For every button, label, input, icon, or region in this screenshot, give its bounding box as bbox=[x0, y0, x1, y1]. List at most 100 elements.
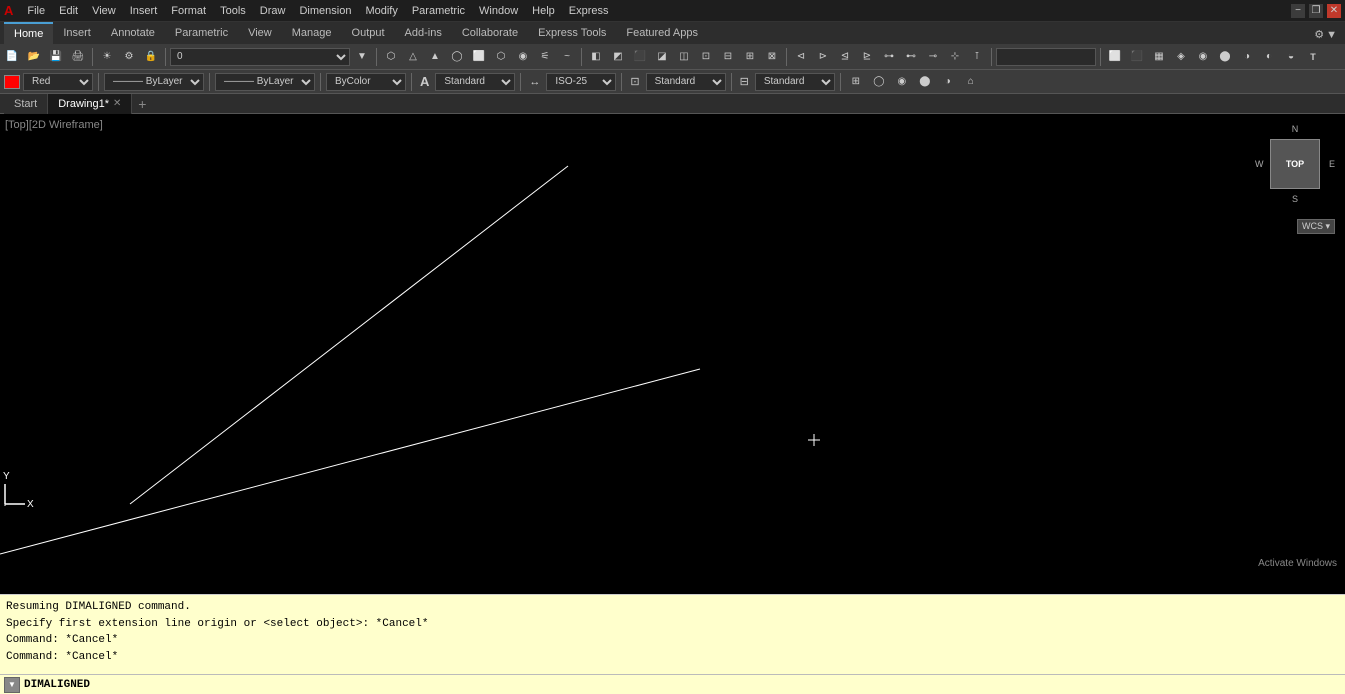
menu-format[interactable]: Format bbox=[165, 3, 212, 19]
tool4[interactable]: ◯ bbox=[447, 47, 467, 67]
color-select[interactable]: Red bbox=[23, 73, 93, 91]
drawing-area[interactable]: [Top][2D Wireframe] X Y N S E W TOP bbox=[0, 114, 1345, 594]
new-btn[interactable]: 📄 bbox=[2, 47, 22, 67]
view-btn9[interactable]: ◒ bbox=[1281, 47, 1301, 67]
close-button[interactable]: ✕ bbox=[1327, 4, 1341, 18]
menu-insert[interactable]: Insert bbox=[124, 3, 164, 19]
tool14[interactable]: ◫ bbox=[674, 47, 694, 67]
tab-express-tools[interactable]: Express Tools bbox=[528, 22, 616, 44]
tool24[interactable]: ⊷ bbox=[901, 47, 921, 67]
layer-select[interactable]: 0 bbox=[170, 48, 350, 66]
prop-btn6[interactable]: ⌂ bbox=[961, 72, 981, 92]
workspace-button[interactable]: ⚙▼ bbox=[1306, 25, 1345, 44]
color-swatch[interactable] bbox=[4, 75, 20, 89]
lock-btn[interactable]: 🔒 bbox=[141, 47, 161, 67]
prop-btn4[interactable]: ⬤ bbox=[915, 72, 935, 92]
tool17[interactable]: ⊞ bbox=[740, 47, 760, 67]
tool27[interactable]: ⊺ bbox=[967, 47, 987, 67]
tab-view[interactable]: View bbox=[238, 22, 282, 44]
tool11[interactable]: ◩ bbox=[608, 47, 628, 67]
tab-drawing1[interactable]: Drawing1* ✕ bbox=[48, 94, 132, 114]
menu-help[interactable]: Help bbox=[526, 3, 561, 19]
view-btn6[interactable]: ⬤ bbox=[1215, 47, 1235, 67]
tab-start[interactable]: Start bbox=[4, 94, 48, 114]
tool2[interactable]: △ bbox=[403, 47, 423, 67]
prop-btn3[interactable]: ◉ bbox=[892, 72, 912, 92]
sun-btn[interactable]: ☀ bbox=[97, 47, 117, 67]
text-style-select[interactable]: Standard bbox=[435, 73, 515, 91]
viewcube-cube[interactable]: TOP bbox=[1270, 139, 1320, 189]
tool6[interactable]: ⬡ bbox=[491, 47, 511, 67]
command-mode-button[interactable]: ▼ bbox=[4, 677, 20, 693]
tool13[interactable]: ◪ bbox=[652, 47, 672, 67]
tab-featured-apps[interactable]: Featured Apps bbox=[616, 22, 708, 44]
menu-file[interactable]: File bbox=[21, 3, 51, 19]
dim-scale-select[interactable]: ISO-25 bbox=[546, 73, 616, 91]
menu-express[interactable]: Express bbox=[563, 3, 615, 19]
tool9[interactable]: ~ bbox=[557, 47, 577, 67]
restore-button[interactable]: ❐ bbox=[1309, 4, 1323, 18]
view-btn8[interactable]: ◐ bbox=[1259, 47, 1279, 67]
menu-draw[interactable]: Draw bbox=[254, 3, 292, 19]
open-btn[interactable]: 📂 bbox=[24, 47, 44, 67]
prop-btn2[interactable]: ◯ bbox=[869, 72, 889, 92]
wcs-label[interactable]: WCS ▾ bbox=[1297, 219, 1335, 234]
tab-manage[interactable]: Manage bbox=[282, 22, 342, 44]
tool10[interactable]: ◧ bbox=[586, 47, 606, 67]
tab-add-button[interactable]: + bbox=[132, 94, 152, 114]
tool22[interactable]: ⊵ bbox=[857, 47, 877, 67]
menu-parametric[interactable]: Parametric bbox=[406, 3, 471, 19]
linetype-select[interactable]: ——— ByLayer bbox=[104, 73, 204, 91]
tab-drawing1-close[interactable]: ✕ bbox=[113, 98, 121, 109]
minimize-button[interactable]: − bbox=[1291, 4, 1305, 18]
table-style-select[interactable]: Standard bbox=[755, 73, 835, 91]
tool1[interactable]: ⬡ bbox=[381, 47, 401, 67]
menu-window[interactable]: Window bbox=[473, 3, 524, 19]
tool15[interactable]: ⊡ bbox=[696, 47, 716, 67]
view-btn4[interactable]: ◈ bbox=[1171, 47, 1191, 67]
tool3[interactable]: ▲ bbox=[425, 47, 445, 67]
tool12[interactable]: ⬛ bbox=[630, 47, 650, 67]
settings-btn[interactable]: ⚙ bbox=[119, 47, 139, 67]
viewcube[interactable]: N S E W TOP WCS ▾ bbox=[1255, 124, 1335, 234]
tool19[interactable]: ⊲ bbox=[791, 47, 811, 67]
lineweight-select[interactable]: ——— ByLayer bbox=[215, 73, 315, 91]
menu-view[interactable]: View bbox=[86, 3, 122, 19]
menu-tools[interactable]: Tools bbox=[214, 3, 252, 19]
view-btn5[interactable]: ◉ bbox=[1193, 47, 1213, 67]
transparency-select[interactable]: ByColor bbox=[326, 73, 406, 91]
tab-home[interactable]: Home bbox=[4, 22, 53, 44]
tab-addins[interactable]: Add-ins bbox=[395, 22, 452, 44]
search-input[interactable] bbox=[996, 48, 1096, 66]
dim-style-select[interactable]: Standard bbox=[646, 73, 726, 91]
tool25[interactable]: ⊸ bbox=[923, 47, 943, 67]
menu-edit[interactable]: Edit bbox=[53, 3, 84, 19]
view-btn3[interactable]: ▦ bbox=[1149, 47, 1169, 67]
prop-btn5[interactable]: ◑ bbox=[938, 72, 958, 92]
command-input-label[interactable]: DIMALIGNED bbox=[24, 679, 90, 691]
tool26[interactable]: ⊹ bbox=[945, 47, 965, 67]
tool7[interactable]: ◉ bbox=[513, 47, 533, 67]
tab-insert[interactable]: Insert bbox=[53, 22, 101, 44]
tool16[interactable]: ⊟ bbox=[718, 47, 738, 67]
tab-parametric[interactable]: Parametric bbox=[165, 22, 238, 44]
tool21[interactable]: ⊴ bbox=[835, 47, 855, 67]
save-btn[interactable]: 💾 bbox=[46, 47, 66, 67]
tab-collaborate[interactable]: Collaborate bbox=[452, 22, 528, 44]
tool18[interactable]: ⊠ bbox=[762, 47, 782, 67]
layer-dropdown-btn[interactable]: ▼ bbox=[352, 47, 372, 67]
tab-annotate[interactable]: Annotate bbox=[101, 22, 165, 44]
text-btn[interactable]: T bbox=[1303, 47, 1323, 67]
tool8[interactable]: ⚟ bbox=[535, 47, 555, 67]
view-btn7[interactable]: ◑ bbox=[1237, 47, 1257, 67]
prop-btn1[interactable]: ⊞ bbox=[846, 72, 866, 92]
tab-output[interactable]: Output bbox=[342, 22, 395, 44]
menu-modify[interactable]: Modify bbox=[359, 3, 403, 19]
tool5[interactable]: ⬜ bbox=[469, 47, 489, 67]
tool20[interactable]: ⊳ bbox=[813, 47, 833, 67]
tool23[interactable]: ⊶ bbox=[879, 47, 899, 67]
menu-dimension[interactable]: Dimension bbox=[293, 3, 357, 19]
view-btn1[interactable]: ⬜ bbox=[1105, 47, 1125, 67]
print-btn[interactable]: 🖨 bbox=[68, 47, 88, 67]
view-btn2[interactable]: ⬛ bbox=[1127, 47, 1147, 67]
